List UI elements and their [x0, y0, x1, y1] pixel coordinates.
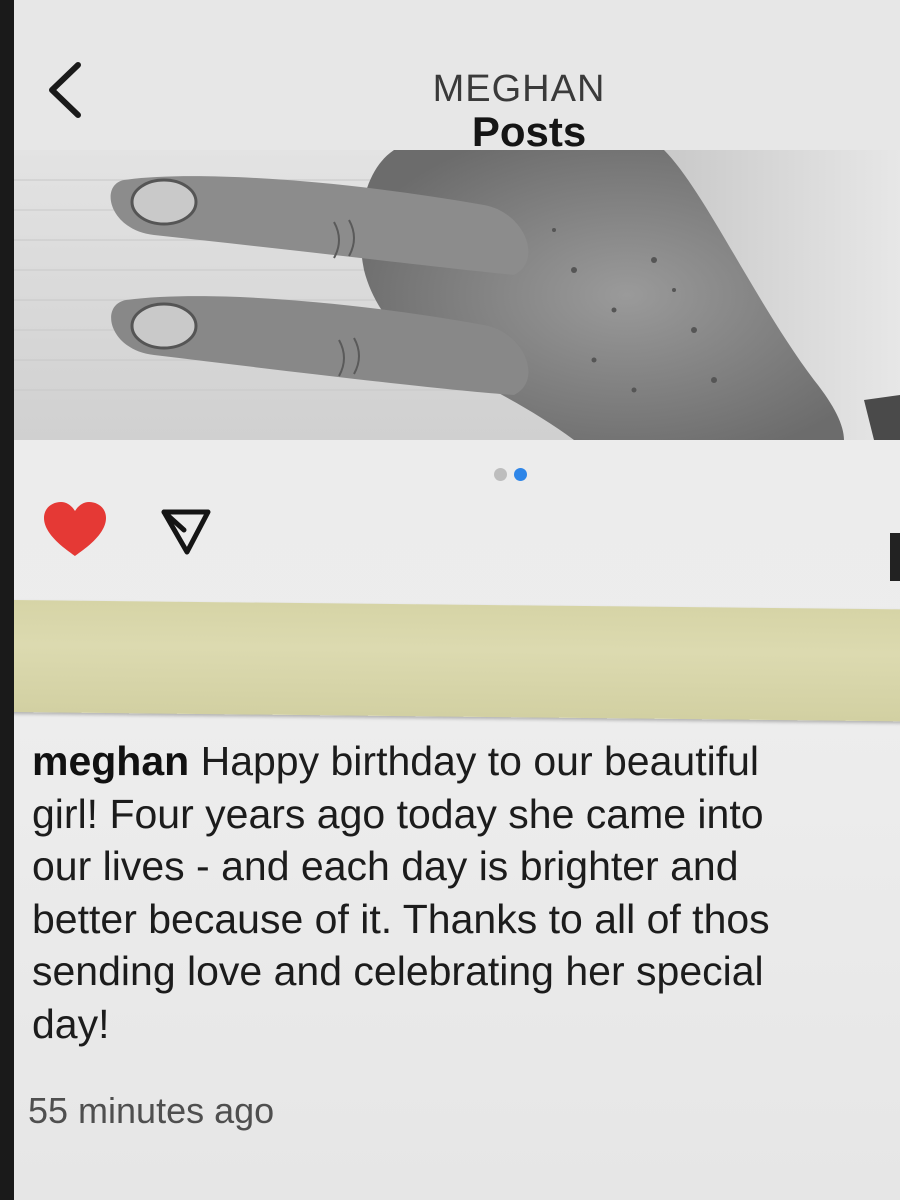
paper-plane-icon — [161, 509, 211, 555]
share-button[interactable] — [154, 500, 214, 560]
like-button[interactable] — [40, 500, 110, 560]
page-title: Posts — [471, 108, 587, 155]
post-caption: meghan Happy birthday to our beautiful g… — [32, 735, 900, 1051]
phone-screen: MEGHAN Posts meghan Happy birthday to ou… — [14, 0, 900, 1200]
masking-tape — [14, 600, 900, 722]
caption-text: Happy birthday to our beautiful girl! Fo… — [32, 738, 770, 1047]
caption-username[interactable]: meghan — [32, 738, 189, 784]
hand-photo — [14, 150, 900, 440]
post-timestamp: 55 minutes ago — [28, 1090, 275, 1131]
carousel-indicator — [494, 468, 554, 482]
post-photo[interactable] — [14, 150, 900, 440]
bookmark-icon[interactable] — [890, 533, 900, 581]
header-bar: MEGHAN Posts — [14, 0, 900, 155]
header-username: MEGHAN — [432, 68, 606, 110]
carousel-dot-inactive — [494, 468, 507, 481]
carousel-dot-active — [514, 468, 527, 481]
heart-icon — [44, 502, 106, 556]
